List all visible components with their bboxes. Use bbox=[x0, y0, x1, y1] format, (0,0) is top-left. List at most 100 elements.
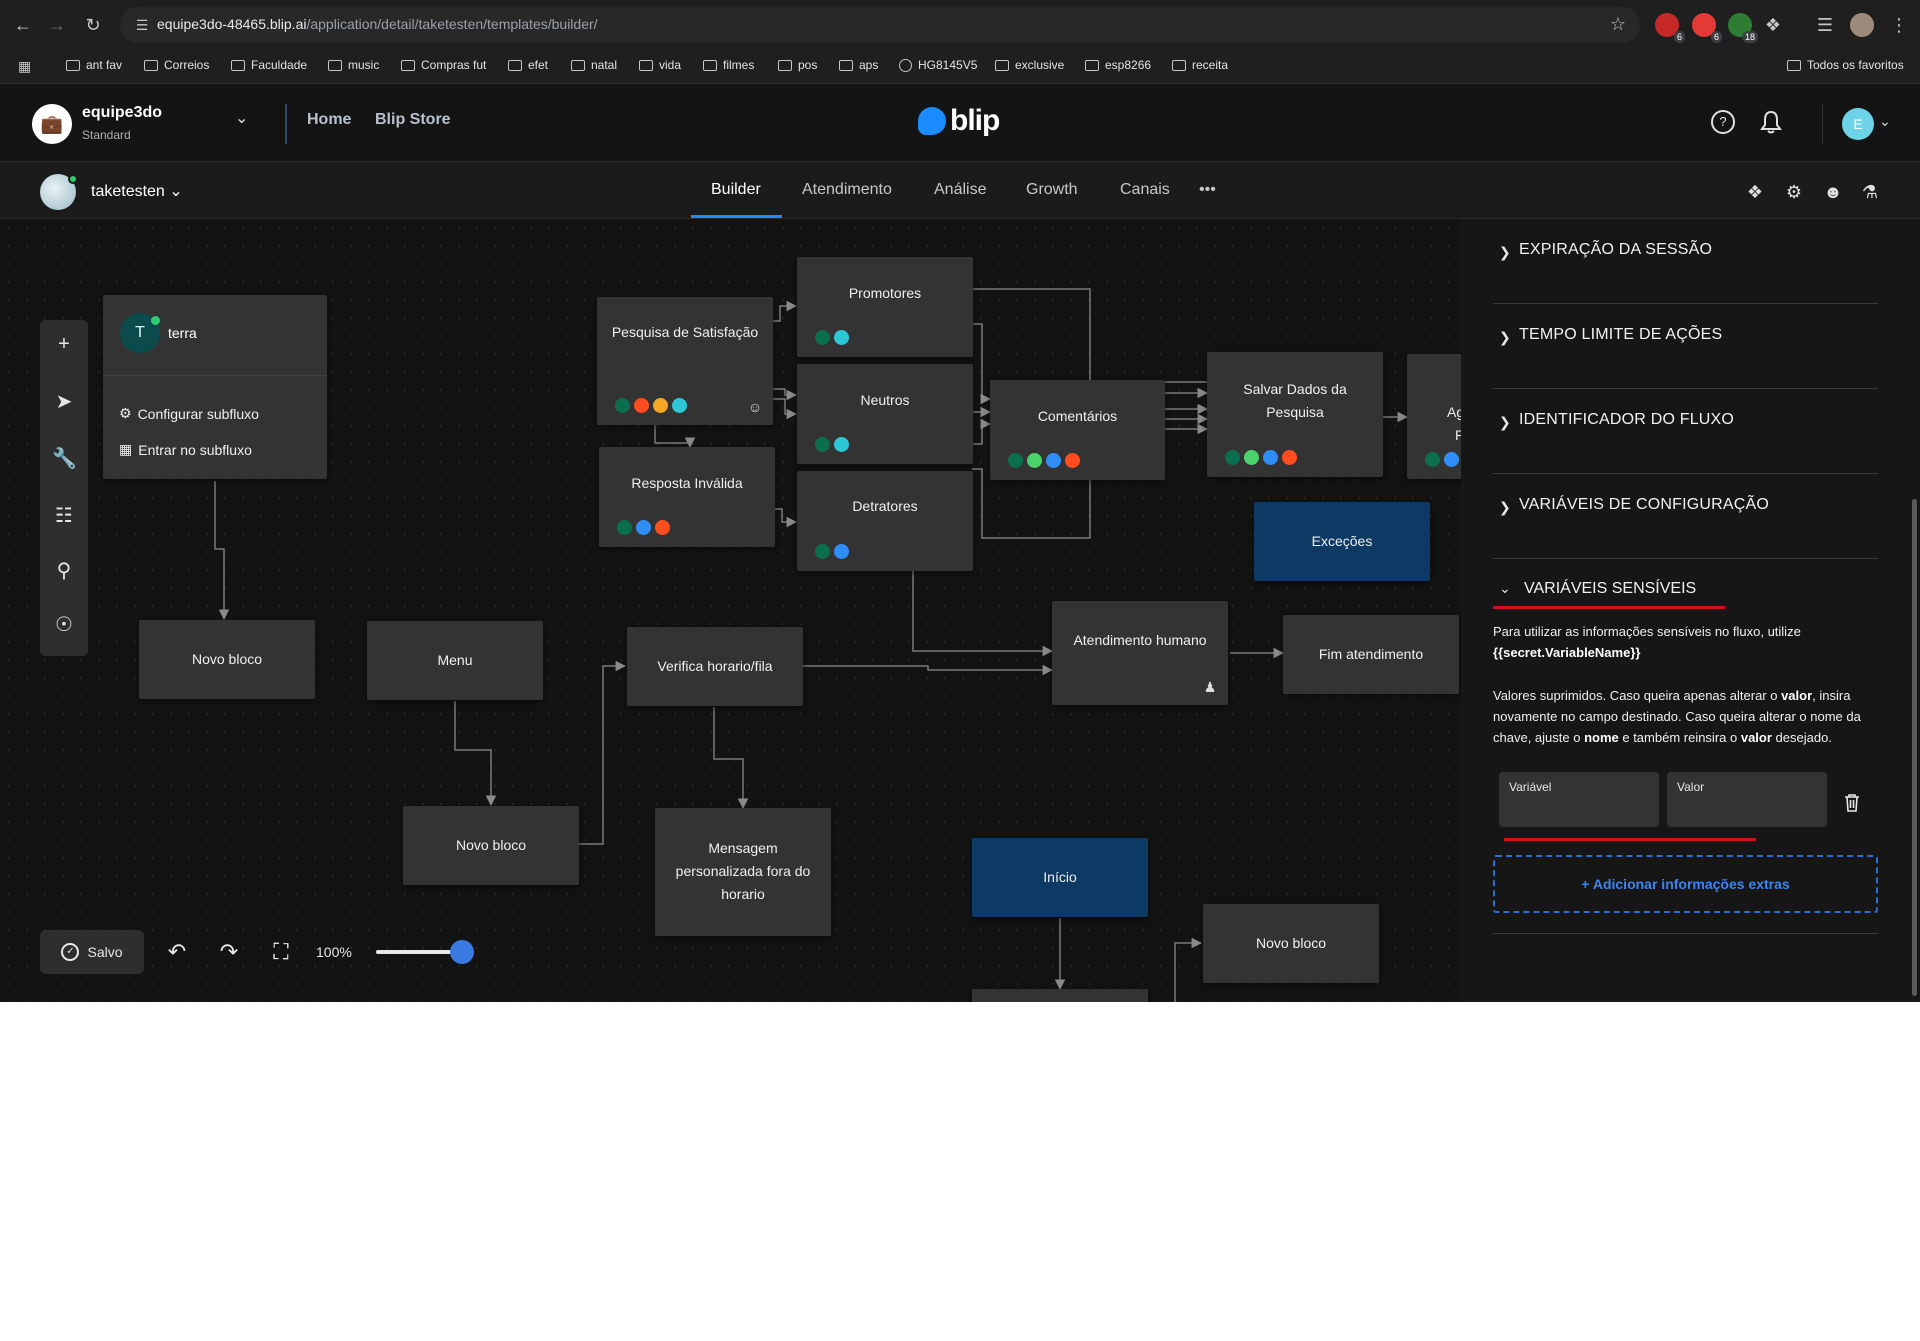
undo-icon[interactable]: ↶ bbox=[164, 939, 190, 965]
tab-growth[interactable]: Growth bbox=[1026, 181, 1078, 199]
apps-grid-icon[interactable]: ▦ bbox=[18, 58, 31, 75]
flow-block-excecoes[interactable]: Exceções bbox=[1254, 502, 1430, 581]
flow-block-partial[interactable]: Ag P bbox=[1407, 354, 1461, 479]
variable-field[interactable]: Variável bbox=[1499, 772, 1659, 827]
tab-builder[interactable]: Builder bbox=[711, 181, 761, 199]
section-expiracao-sessao[interactable]: ❯ EXPIRAÇÃO DA SESSÃO bbox=[1493, 219, 1878, 304]
reload-icon[interactable]: ↻ bbox=[80, 12, 106, 38]
value-field[interactable]: Valor bbox=[1667, 772, 1827, 827]
flow-block-menu[interactable]: Menu bbox=[367, 621, 543, 700]
flow-block-comentarios[interactable]: Comentários bbox=[990, 380, 1165, 480]
scrollbar[interactable] bbox=[1912, 499, 1917, 996]
flow-block-inicio[interactable]: Início bbox=[972, 838, 1148, 917]
bookmark-item[interactable]: filmes bbox=[703, 58, 754, 72]
flow-block-offscreen[interactable] bbox=[972, 989, 1148, 1002]
tab-analise[interactable]: Análise bbox=[934, 181, 986, 199]
tag-dot bbox=[655, 520, 670, 535]
org-name[interactable]: equipe3do bbox=[82, 104, 162, 122]
extension-green-icon[interactable]: 18 bbox=[1728, 13, 1758, 43]
bookmark-item[interactable]: aps bbox=[839, 58, 878, 72]
blip-logo[interactable]: blip bbox=[918, 104, 1000, 138]
bookmark-item[interactable]: natal bbox=[571, 58, 617, 72]
bookmark-item[interactable]: ant fav bbox=[66, 58, 122, 72]
trash-icon[interactable] bbox=[1843, 793, 1861, 813]
blip-store-link[interactable]: Blip Store bbox=[375, 111, 451, 129]
help-icon[interactable]: ? bbox=[1711, 110, 1735, 134]
flow-canvas[interactable]: T terra ⚙ Configurar subfluxo ▦ Entrar no … bbox=[0, 219, 1461, 1002]
section-identificador-fluxo[interactable]: ❯ IDENTIFICADOR DO FLUXO bbox=[1493, 389, 1878, 474]
bookmark-item[interactable]: pos bbox=[778, 58, 817, 72]
flow-block-atendimento-humano[interactable]: Atendimento humano ♟ bbox=[1052, 601, 1228, 705]
bookmark-star-icon[interactable]: ☆ bbox=[1610, 14, 1626, 35]
wrench-icon[interactable]: 🔧 bbox=[52, 447, 77, 471]
add-icon[interactable]: + bbox=[52, 332, 76, 356]
enter-subflow-button[interactable]: ▦ Entrar no subfluxo bbox=[119, 441, 252, 458]
chevron-down-icon[interactable]: ⌄ bbox=[1879, 113, 1891, 130]
fullscreen-icon[interactable]: ⛶ bbox=[268, 939, 294, 965]
search-icon[interactable]: ⚲ bbox=[52, 559, 76, 583]
redo-icon[interactable]: ↷ bbox=[216, 939, 242, 965]
book-icon[interactable]: ☷ bbox=[52, 504, 76, 528]
tab-canais[interactable]: Canais bbox=[1120, 181, 1170, 199]
add-extra-info-button[interactable]: + Adicionar informações extras bbox=[1493, 855, 1878, 913]
variable-input[interactable] bbox=[1509, 800, 1649, 820]
flow-block-novo-bloco[interactable]: Novo bloco bbox=[403, 806, 579, 885]
extension-adblock-icon[interactable]: 6 bbox=[1655, 13, 1685, 43]
value-input[interactable] bbox=[1677, 800, 1817, 820]
flow-block-verifica-horario[interactable]: Verifica horario/fila bbox=[627, 627, 803, 706]
gear-icon[interactable]: ⚙ bbox=[1784, 182, 1804, 202]
bot-selector[interactable]: taketesten ⌄ bbox=[91, 181, 183, 201]
briefcase-icon[interactable]: 💼 bbox=[32, 104, 72, 144]
forward-icon[interactable]: → bbox=[44, 12, 70, 38]
chevron-down-icon[interactable]: ⌄ bbox=[235, 108, 248, 128]
flow-block-neutros[interactable]: Neutros bbox=[797, 364, 973, 464]
zoom-slider-handle[interactable] bbox=[450, 940, 474, 964]
back-icon[interactable]: ← bbox=[10, 12, 36, 38]
flask-icon[interactable]: ⚗ bbox=[1860, 182, 1880, 202]
home-link[interactable]: Home bbox=[307, 111, 351, 129]
extensions-icon[interactable]: ❖ bbox=[1745, 182, 1765, 202]
site-settings-icon[interactable]: ☰ bbox=[132, 15, 152, 35]
flow-block-mensagem-fora-horario[interactable]: Mensagem personalizada fora do horario bbox=[655, 808, 831, 936]
flow-block-resposta-invalida[interactable]: Resposta Inválida bbox=[599, 447, 775, 547]
bookmark-item[interactable]: Compras fut bbox=[401, 58, 486, 72]
section-variaveis-sensiveis[interactable]: VARIÁVEIS SENSÍVEIS bbox=[1524, 580, 1696, 598]
url-text[interactable]: equipe3do-48465.blip.ai/application/deta… bbox=[157, 16, 598, 32]
flow-block-detratores[interactable]: Detratores bbox=[797, 471, 973, 571]
bookmark-item[interactable]: exclusive bbox=[995, 58, 1064, 72]
reading-list-icon[interactable]: ☰ bbox=[1812, 12, 1838, 38]
bookmark-item[interactable]: Faculdade bbox=[231, 58, 307, 72]
bookmark-item[interactable]: esp8266 bbox=[1085, 58, 1151, 72]
tab-atendimento[interactable]: Atendimento bbox=[802, 181, 892, 199]
saved-status-button[interactable]: ✓ Salvo bbox=[40, 930, 144, 974]
all-bookmarks[interactable]: Todos os favoritos bbox=[1787, 58, 1904, 72]
flow-block-novo-bloco[interactable]: Novo bloco bbox=[139, 620, 315, 699]
extension-red-icon[interactable]: 6 bbox=[1692, 13, 1722, 43]
extensions-puzzle-icon[interactable]: ❖ bbox=[1760, 12, 1786, 38]
section-variaveis-configuracao[interactable]: ❯ VARIÁVEIS DE CONFIGURAÇÃO bbox=[1493, 474, 1878, 559]
bookmark-item[interactable]: receita bbox=[1172, 58, 1228, 72]
bookmark-item[interactable]: vida bbox=[639, 58, 681, 72]
flow-block-novo-bloco[interactable]: Novo bloco bbox=[1203, 904, 1379, 983]
support-icon[interactable]: ☉ bbox=[52, 613, 76, 637]
flow-block-pesquisa[interactable]: Pesquisa de Satisfação ☺ bbox=[597, 297, 773, 425]
user-avatar[interactable]: E bbox=[1842, 108, 1874, 140]
configure-subflow-button[interactable]: ⚙ Configurar subfluxo bbox=[119, 405, 259, 422]
bookmark-item[interactable]: HG8145V5 bbox=[899, 58, 977, 72]
bookmark-item[interactable]: music bbox=[328, 58, 379, 72]
flow-block-fim-atendimento[interactable]: Fim atendimento bbox=[1283, 615, 1459, 694]
rocket-icon[interactable]: ➤ bbox=[52, 390, 76, 414]
subflow-card[interactable]: T terra ⚙ Configurar subfluxo ▦ Entrar no … bbox=[103, 295, 327, 479]
flow-block-promotores[interactable]: Promotores bbox=[797, 257, 973, 357]
profile-avatar[interactable] bbox=[1850, 13, 1874, 37]
flow-block-salvar-dados[interactable]: Salvar Dados da Pesquisa bbox=[1207, 352, 1383, 477]
bookmark-item[interactable]: Correios bbox=[144, 58, 209, 72]
section-tempo-limite[interactable]: ❯ TEMPO LIMITE DE AÇÕES bbox=[1493, 304, 1878, 389]
more-tabs-icon[interactable]: ••• bbox=[1199, 181, 1216, 199]
menu-kebab-icon[interactable]: ⋮ bbox=[1886, 12, 1912, 38]
address-bar[interactable]: ☰ equipe3do-48465.blip.ai/application/de… bbox=[120, 7, 1640, 43]
bell-icon[interactable] bbox=[1760, 110, 1782, 134]
team-icon[interactable]: ☻ bbox=[1823, 182, 1843, 202]
chevron-down-icon[interactable]: ⌄ bbox=[1499, 580, 1511, 597]
bookmark-item[interactable]: efet bbox=[508, 58, 548, 72]
